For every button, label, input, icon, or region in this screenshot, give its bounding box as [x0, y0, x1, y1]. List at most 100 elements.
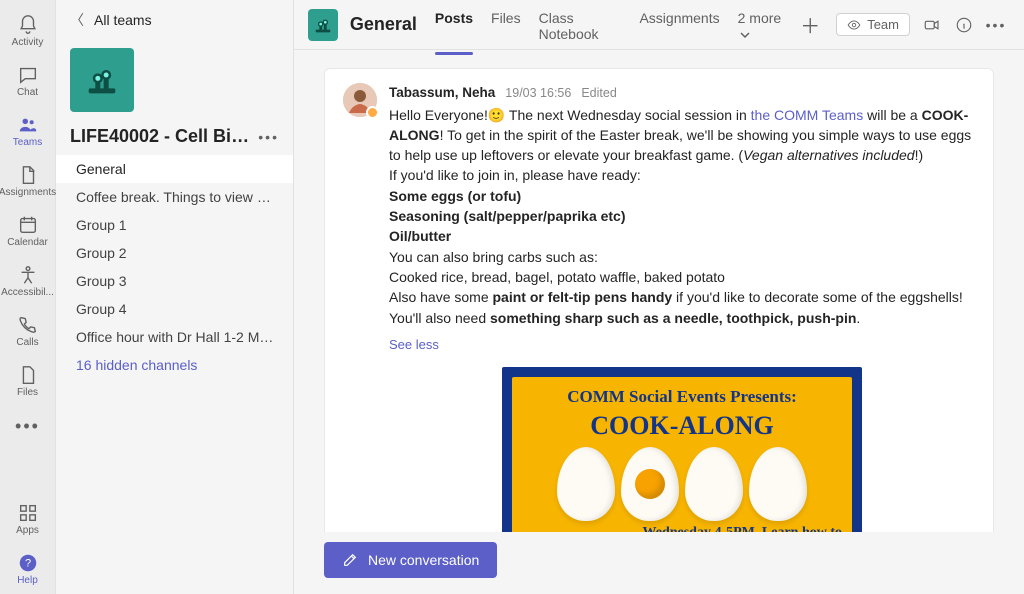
info-icon[interactable]: [954, 15, 974, 35]
accessibility-icon: [17, 264, 39, 286]
txt: Also have some: [389, 289, 493, 305]
txt: Vegan alternatives included: [743, 147, 915, 163]
smile-icon: 🙂: [488, 107, 505, 123]
txt: Wednesday 4-5PM. Learn how to: [522, 525, 842, 532]
teams-sidebar: 〈 All teams LIFE40002 - Cell Biolog… •••…: [56, 0, 294, 594]
compose-label: New conversation: [368, 552, 479, 568]
rail-label: Apps: [16, 525, 39, 536]
post-text: Hello Everyone!🙂 The next Wednesday soci…: [389, 105, 975, 328]
txt: If you'd like to join in, please have re…: [389, 167, 641, 183]
main-pane: General Posts Files Class Notebook Assig…: [294, 0, 1024, 594]
team-more-icon[interactable]: •••: [258, 129, 279, 145]
rail-label: Calls: [16, 337, 38, 348]
txt: paint or felt-tip pens handy: [493, 289, 673, 305]
channel-item[interactable]: Group 2: [56, 239, 293, 267]
presence-away-icon: [366, 106, 379, 119]
rail-label: Chat: [17, 87, 38, 98]
rail-apps[interactable]: Apps: [0, 494, 56, 544]
phone-icon: [17, 314, 39, 336]
rail-chat[interactable]: Chat: [0, 56, 56, 106]
txt: Some eggs (or tofu): [389, 188, 521, 204]
channel-item[interactable]: Group 1: [56, 211, 293, 239]
rail-label: Help: [17, 575, 38, 586]
txt: something sharp such as a needle, toothp…: [490, 310, 856, 326]
rail-label: Files: [17, 387, 38, 398]
rail-activity[interactable]: Activity: [0, 6, 56, 56]
txt: Oil/butter: [389, 228, 451, 244]
tab-more[interactable]: 2 more: [738, 0, 785, 54]
meet-button[interactable]: [922, 15, 942, 35]
chat-icon: [17, 64, 39, 86]
txt: The next Wednesday social session in: [505, 107, 750, 123]
team-name[interactable]: LIFE40002 - Cell Biolog…: [70, 126, 258, 147]
txt: Seasoning (salt/pepper/paprika etc): [389, 208, 626, 224]
rail-accessibility[interactable]: Accessibil...: [0, 256, 56, 306]
team-visibility-pill[interactable]: Team: [836, 13, 910, 36]
more-icon[interactable]: •••: [986, 15, 1006, 35]
app-rail: Activity Chat Teams Assignments Calendar…: [0, 0, 56, 594]
rail-calls[interactable]: Calls: [0, 306, 56, 356]
txt: Cooked rice, bread, bagel, potato waffle…: [389, 269, 725, 285]
header-tabs: Posts Files Class Notebook Assignments 2…: [435, 0, 784, 54]
post-author[interactable]: Tabassum, Neha: [389, 83, 495, 103]
tab-files[interactable]: Files: [491, 0, 521, 54]
team-avatar: [70, 48, 134, 112]
eye-icon: [847, 18, 861, 32]
tab-class-notebook[interactable]: Class Notebook: [539, 0, 622, 54]
apps-icon: [17, 502, 39, 524]
tab-posts[interactable]: Posts: [435, 0, 473, 54]
channel-item[interactable]: Coffee break. Things to view and do, …: [56, 183, 293, 211]
channel-item[interactable]: Office hour with Dr Hall 1-2 Mon, Tue…: [56, 323, 293, 351]
posts-feed[interactable]: Tabassum, Neha 19/03 16:56 Edited Hello …: [294, 50, 1024, 532]
post-attachment-image[interactable]: COMM Social Events Presents: COOK-ALONG …: [502, 367, 862, 532]
post: Tabassum, Neha 19/03 16:56 Edited Hello …: [324, 68, 994, 532]
banner-subtitle: COOK-ALONG: [590, 407, 773, 445]
channel-list: General Coffee break. Things to view and…: [56, 155, 293, 379]
rail-label: Assignments: [0, 187, 56, 198]
tab-more-label: 2 more: [738, 10, 782, 26]
banner-title: COMM Social Events Presents:: [567, 385, 797, 410]
channel-general[interactable]: General: [56, 155, 293, 183]
author-avatar[interactable]: [343, 83, 377, 117]
rail-calendar[interactable]: Calendar: [0, 206, 56, 256]
channel-title: General: [350, 14, 417, 35]
rail-assignments[interactable]: Assignments: [0, 156, 56, 206]
banner-footer: Wednesday 4-5PM. Learn how to make the b…: [512, 525, 852, 532]
hidden-channels-link[interactable]: 16 hidden channels: [56, 351, 293, 379]
chevron-down-icon: [740, 30, 750, 40]
rail-label: Calendar: [7, 237, 48, 248]
rail-files[interactable]: Files: [0, 356, 56, 406]
channel-header: General Posts Files Class Notebook Assig…: [294, 0, 1024, 50]
tab-assignments[interactable]: Assignments: [639, 0, 719, 54]
rail-more[interactable]: •••: [15, 406, 40, 446]
txt: will be a: [863, 107, 921, 123]
compose-icon: [342, 552, 358, 568]
team-card: [56, 40, 293, 114]
post-body: Tabassum, Neha 19/03 16:56 Edited Hello …: [389, 83, 975, 532]
txt: You can also bring carbs such as:: [389, 249, 598, 265]
rail-teams[interactable]: Teams: [0, 106, 56, 156]
channel-item[interactable]: Group 4: [56, 295, 293, 323]
chevron-left-icon: 〈: [70, 10, 84, 30]
channel-avatar: [308, 9, 338, 41]
rail-label: Accessibil...: [1, 287, 54, 298]
teams-icon: [17, 114, 39, 136]
help-icon: ?: [17, 552, 39, 574]
egg-cracked-icon: [621, 447, 679, 521]
rail-help[interactable]: ? Help: [0, 544, 56, 594]
post-timestamp: 19/03 16:56: [505, 84, 571, 102]
comm-teams-link[interactable]: the COMM Teams: [751, 107, 864, 123]
new-conversation-button[interactable]: New conversation: [324, 542, 497, 578]
add-tab-button[interactable]: ＋: [796, 10, 824, 39]
see-less-link[interactable]: See less: [389, 336, 439, 355]
egg-icon: [557, 447, 615, 521]
all-teams-link[interactable]: 〈 All teams: [56, 0, 293, 40]
eggs-graphic: [557, 447, 807, 521]
txt: .: [856, 310, 860, 326]
txt: !): [915, 147, 924, 163]
rail-label: Activity: [12, 37, 44, 48]
assignments-icon: [17, 164, 39, 186]
file-icon: [17, 364, 39, 386]
channel-item[interactable]: Group 3: [56, 267, 293, 295]
compose-area: New conversation: [294, 532, 1024, 594]
